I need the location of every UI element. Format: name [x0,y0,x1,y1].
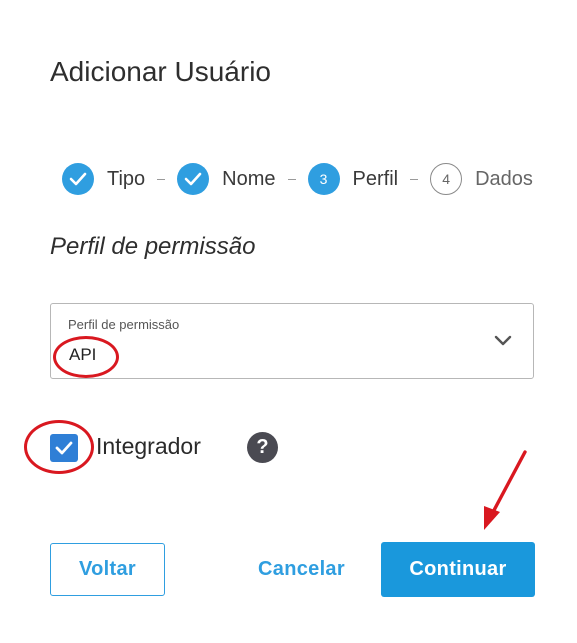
integrator-label: Integrador [96,433,201,459]
step-separator [157,178,166,180]
check-icon [62,163,94,195]
cancel-button[interactable]: Cancelar [244,543,359,596]
step-label-nome: Nome [222,167,276,190]
step-label-dados: Dados [475,167,533,190]
annotation-arrow [484,450,527,530]
check-icon [177,163,210,195]
step-separator [410,178,419,180]
question-icon[interactable]: ? [247,432,278,463]
dialog-title: Adicionar Usuário [50,56,271,87]
step-separator [287,178,296,180]
select-value: API [69,345,97,364]
step-nome: Nome [177,163,276,195]
step-number-dados: 4 [430,163,463,195]
chevron-down-icon [494,335,512,346]
select-label: Perfil de permissão [68,317,180,332]
step-dados: 4 Dados [430,163,533,195]
step-label-tipo: Tipo [107,167,146,190]
step-label-perfil: Perfil [352,167,399,190]
integrator-checkbox[interactable] [50,434,78,462]
step-tipo: Tipo [62,163,145,195]
section-title: Perfil de permissão [50,233,256,260]
check-icon [55,441,73,455]
permission-profile-select[interactable]: Perfil de permissão API [50,303,534,379]
step-perfil: 3 Perfil [307,163,399,195]
stepper: Tipo Nome 3 Perfil 4 Dados [62,162,533,196]
back-button[interactable]: Voltar [50,543,165,596]
step-number-perfil: 3 [307,163,340,195]
continue-button[interactable]: Continuar [381,542,535,597]
